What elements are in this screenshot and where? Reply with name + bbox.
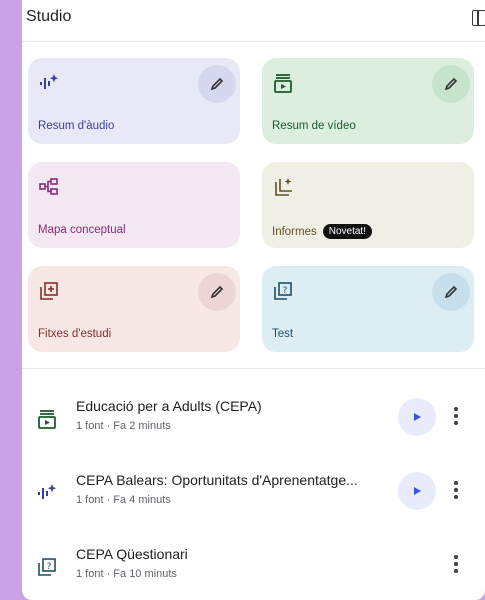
item-meta: 1 font · Fa 2 minuts xyxy=(76,420,171,432)
pencil-icon xyxy=(210,285,224,299)
quiz-icon: ? xyxy=(272,280,294,302)
edit-button[interactable] xyxy=(432,65,470,103)
audio-spark-icon xyxy=(38,72,60,94)
card-label: Test xyxy=(272,328,294,340)
panel-title: Studio xyxy=(26,8,72,25)
item-meta: 1 font · Fa 4 minuts xyxy=(76,494,171,506)
card-quiz[interactable]: ? Test xyxy=(262,266,474,352)
play-button[interactable] xyxy=(398,472,436,510)
item-title: Educació per a Adults (CEPA) xyxy=(76,398,262,414)
video-icon xyxy=(272,72,294,94)
card-label: Resum d'àudio xyxy=(38,120,115,132)
card-audio-overview[interactable]: Resum d'àudio xyxy=(28,58,240,144)
svg-text:?: ? xyxy=(283,286,288,296)
card-label: Fitxes d'estudi xyxy=(38,328,112,340)
collapse-panel-icon[interactable] xyxy=(472,10,485,26)
list-item[interactable]: CEPA Balears: Oportunitats d'Aprenentatg… xyxy=(22,466,485,526)
pencil-icon xyxy=(444,77,458,91)
item-title: CEPA Balears: Oportunitats d'Aprenentatg… xyxy=(76,472,358,488)
svg-text:?: ? xyxy=(47,562,52,572)
play-button[interactable] xyxy=(398,398,436,436)
video-icon xyxy=(36,408,58,430)
pencil-icon xyxy=(444,285,458,299)
card-video-overview[interactable]: Resum de vídeo xyxy=(262,58,474,144)
more-options-icon[interactable] xyxy=(452,404,460,428)
item-title: CEPA Qüestionari xyxy=(76,546,188,562)
edit-button[interactable] xyxy=(198,65,236,103)
play-icon xyxy=(414,487,421,495)
list-item[interactable]: Educació per a Adults (CEPA) 1 font · Fa… xyxy=(22,392,485,452)
more-options-icon[interactable] xyxy=(452,552,460,576)
edit-button[interactable] xyxy=(198,273,236,311)
card-reports[interactable]: Informes Novetat! xyxy=(262,162,474,248)
item-meta: 1 font · Fa 10 minuts xyxy=(76,568,177,580)
card-label: Informes Novetat! xyxy=(272,224,372,239)
audio-spark-icon xyxy=(36,482,58,504)
card-mind-map[interactable]: Mapa conceptual xyxy=(28,162,240,248)
mind-map-icon xyxy=(38,176,60,198)
edit-button[interactable] xyxy=(432,273,470,311)
list-item[interactable]: ? CEPA Qüestionari 1 font · Fa 10 minuts xyxy=(22,540,485,600)
studio-panel: Studio Resum d'àudio Resum de vídeo Mapa… xyxy=(22,0,485,600)
more-options-icon[interactable] xyxy=(452,478,460,502)
play-icon xyxy=(414,413,421,421)
pencil-icon xyxy=(210,77,224,91)
card-flashcards[interactable]: Fitxes d'estudi xyxy=(28,266,240,352)
card-label: Resum de vídeo xyxy=(272,120,356,132)
quiz-icon: ? xyxy=(36,556,58,578)
card-label: Mapa conceptual xyxy=(38,224,126,236)
new-badge: Novetat! xyxy=(322,224,372,239)
divider xyxy=(22,368,485,369)
card-label-text: Informes xyxy=(272,226,317,238)
studio-header: Studio xyxy=(22,0,485,42)
report-spark-icon xyxy=(272,176,294,198)
flashcards-icon xyxy=(38,280,60,302)
